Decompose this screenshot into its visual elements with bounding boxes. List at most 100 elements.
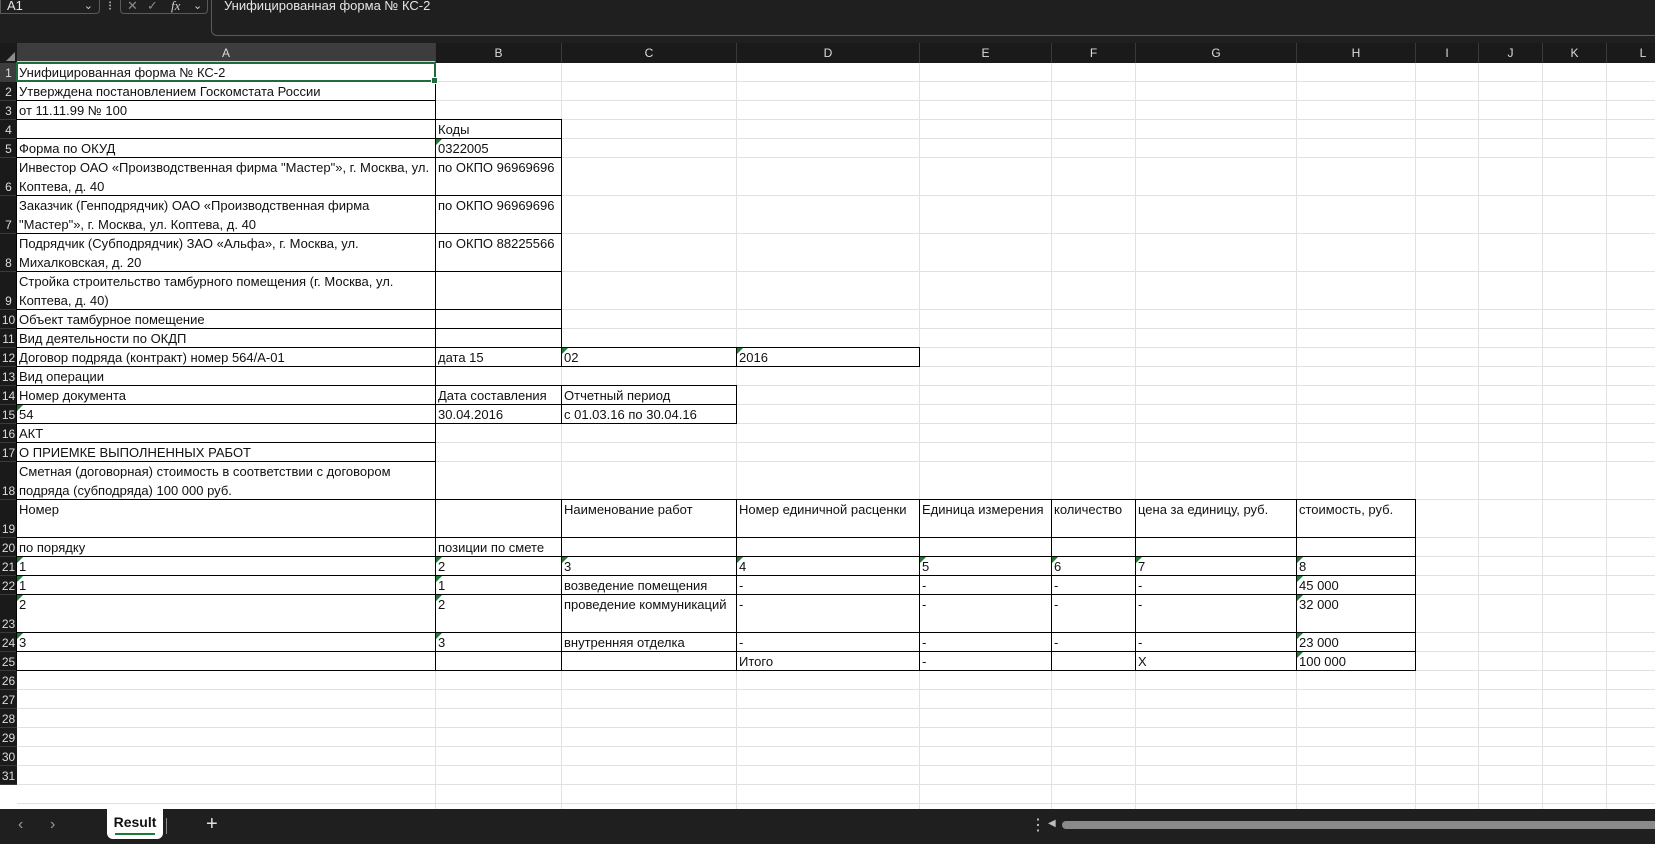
more-icon[interactable]: ⁝	[108, 0, 112, 12]
cell-d21[interactable]: 4	[736, 556, 920, 576]
row-header-31[interactable]: 31	[0, 766, 17, 785]
cell-f21[interactable]: 6	[1051, 556, 1136, 576]
cell-b22[interactable]: 1	[435, 575, 562, 595]
column-header-j[interactable]: J	[1479, 43, 1543, 63]
cell-e19[interactable]: Единица измерения	[919, 499, 1052, 538]
scroll-left-icon[interactable]: ◀	[1048, 818, 1056, 829]
cell-a21[interactable]: 1	[16, 556, 436, 576]
column-header-g[interactable]: G	[1136, 43, 1297, 63]
cell-b24[interactable]: 3	[435, 632, 562, 652]
chevron-down-icon[interactable]: ⌄	[84, 0, 93, 12]
cell-b7[interactable]: по ОКПО 96969696	[435, 195, 562, 234]
row-header-14[interactable]: 14	[0, 386, 17, 405]
next-sheet-icon[interactable]: ›	[50, 816, 55, 834]
cell-a9[interactable]: Стройка строительство тамбурного помещен…	[16, 271, 436, 310]
fx-icon[interactable]: fx	[171, 0, 180, 12]
cell-a23[interactable]: 2	[16, 594, 436, 633]
row-header-3[interactable]: 3	[0, 101, 17, 120]
row-header-21[interactable]: 21	[0, 557, 17, 576]
cell-c23[interactable]: проведение коммуникаций	[561, 594, 737, 633]
cell-b25[interactable]	[435, 651, 562, 671]
cell-c19[interactable]: Наименование работ	[561, 499, 737, 538]
cell-b21[interactable]: 2	[435, 556, 562, 576]
cell-b9[interactable]	[435, 271, 562, 310]
add-sheet-icon[interactable]: +	[206, 813, 218, 836]
cell-c21[interactable]: 3	[561, 556, 737, 576]
cell-h21[interactable]: 8	[1296, 556, 1416, 576]
cell-f25[interactable]	[1051, 651, 1136, 671]
name-box[interactable]: A1 ⌄	[0, 0, 100, 14]
cell-c20[interactable]	[561, 537, 737, 557]
row-header-27[interactable]: 27	[0, 690, 17, 709]
row-header-7[interactable]: 7	[0, 196, 17, 234]
cell-c12[interactable]: 02	[561, 347, 737, 367]
cell-f22[interactable]: -	[1051, 575, 1136, 595]
row-header-1[interactable]: 1	[0, 63, 17, 82]
cell-a18[interactable]: Сметная (договорная) стоимость в соответ…	[16, 461, 436, 500]
cell-a13[interactable]: Вид операции	[16, 366, 436, 386]
cell-a7[interactable]: Заказчик (Генподрядчик) ОАО «Производств…	[16, 195, 436, 234]
row-header-23[interactable]: 23	[0, 595, 17, 633]
row-header-15[interactable]: 15	[0, 405, 17, 424]
horizontal-scrollbar[interactable]: ◀	[1048, 818, 1655, 831]
cell-b8[interactable]: по ОКПО 88225566	[435, 233, 562, 272]
scrollbar-thumb[interactable]	[1062, 821, 1655, 829]
column-header-i[interactable]: I	[1416, 43, 1479, 63]
cell-d23[interactable]: -	[736, 594, 920, 633]
sheet-tab-result[interactable]: Result	[107, 809, 163, 839]
cancel-icon[interactable]: ✕	[127, 0, 138, 12]
row-header-13[interactable]: 13	[0, 367, 17, 386]
confirm-icon[interactable]: ✓	[147, 0, 158, 12]
cell-e21[interactable]: 5	[919, 556, 1052, 576]
row-header-6[interactable]: 6	[0, 158, 17, 196]
cell-a22[interactable]: 1	[16, 575, 436, 595]
cell-c15[interactable]: с 01.03.16 по 30.04.16	[561, 404, 737, 424]
cell-e25[interactable]: -	[919, 651, 1052, 671]
cell-g24[interactable]: -	[1135, 632, 1297, 652]
cell-f23[interactable]: -	[1051, 594, 1136, 633]
cell-e20[interactable]	[919, 537, 1052, 557]
row-header-8[interactable]: 8	[0, 234, 17, 272]
row-header-9[interactable]: 9	[0, 272, 17, 310]
column-header-l[interactable]: L	[1607, 43, 1655, 63]
row-header-12[interactable]: 12	[0, 348, 17, 367]
cell-a3[interactable]: от 11.11.99 № 100	[16, 100, 436, 120]
cell-f20[interactable]	[1051, 537, 1136, 557]
cell-d22[interactable]: -	[736, 575, 920, 595]
column-header-f[interactable]: F	[1052, 43, 1136, 63]
cell-a19[interactable]: Номер	[16, 499, 436, 538]
cell-g23[interactable]: -	[1135, 594, 1297, 633]
cell-b4[interactable]: Коды	[435, 119, 562, 139]
row-header-19[interactable]: 19	[0, 500, 17, 538]
cell-d12[interactable]: 2016	[736, 347, 920, 367]
cell-h24[interactable]: 23 000	[1296, 632, 1416, 652]
row-header-4[interactable]: 4	[0, 120, 17, 139]
cell-d24[interactable]: -	[736, 632, 920, 652]
cell-g25[interactable]: X	[1135, 651, 1297, 671]
cell-d20[interactable]	[736, 537, 920, 557]
chevron-down-icon[interactable]: ⌄	[193, 0, 202, 12]
cell-f24[interactable]: -	[1051, 632, 1136, 652]
cell-g20[interactable]	[1135, 537, 1297, 557]
cell-g22[interactable]: -	[1135, 575, 1297, 595]
row-header-11[interactable]: 11	[0, 329, 17, 348]
cell-a15[interactable]: 54	[16, 404, 436, 424]
row-header-24[interactable]: 24	[0, 633, 17, 652]
more-icon[interactable]: ⋮	[1030, 815, 1046, 835]
cell-a17[interactable]: О ПРИЕМКЕ ВЫПОЛНЕННЫХ РАБОТ	[16, 442, 436, 462]
row-header-17[interactable]: 17	[0, 443, 17, 462]
cell-b10[interactable]	[435, 309, 562, 329]
cell-c14[interactable]: Отчетный период	[561, 385, 737, 405]
column-header-d[interactable]: D	[737, 43, 920, 63]
row-header-18[interactable]: 18	[0, 462, 17, 500]
cell-a12[interactable]: Договор подряда (контракт) номер 564/А-0…	[16, 347, 436, 367]
cell-h25[interactable]: 100 000	[1296, 651, 1416, 671]
row-header-5[interactable]: 5	[0, 139, 17, 158]
column-header-e[interactable]: E	[920, 43, 1052, 63]
cell-b20[interactable]: позиции по смете	[435, 537, 562, 557]
cell-g21[interactable]: 7	[1135, 556, 1297, 576]
cell-a10[interactable]: Объект тамбурное помещение	[16, 309, 436, 329]
spreadsheet-grid[interactable]: ABCDEFGHIJKL 1 2 3 4 5 6 7 8 9 10 11 12 13 14 15 16 17 18…	[0, 43, 1655, 809]
cell-a2[interactable]: Утверждена постановлением Госкомстата Ро…	[16, 81, 436, 101]
select-all-corner[interactable]	[0, 43, 17, 63]
